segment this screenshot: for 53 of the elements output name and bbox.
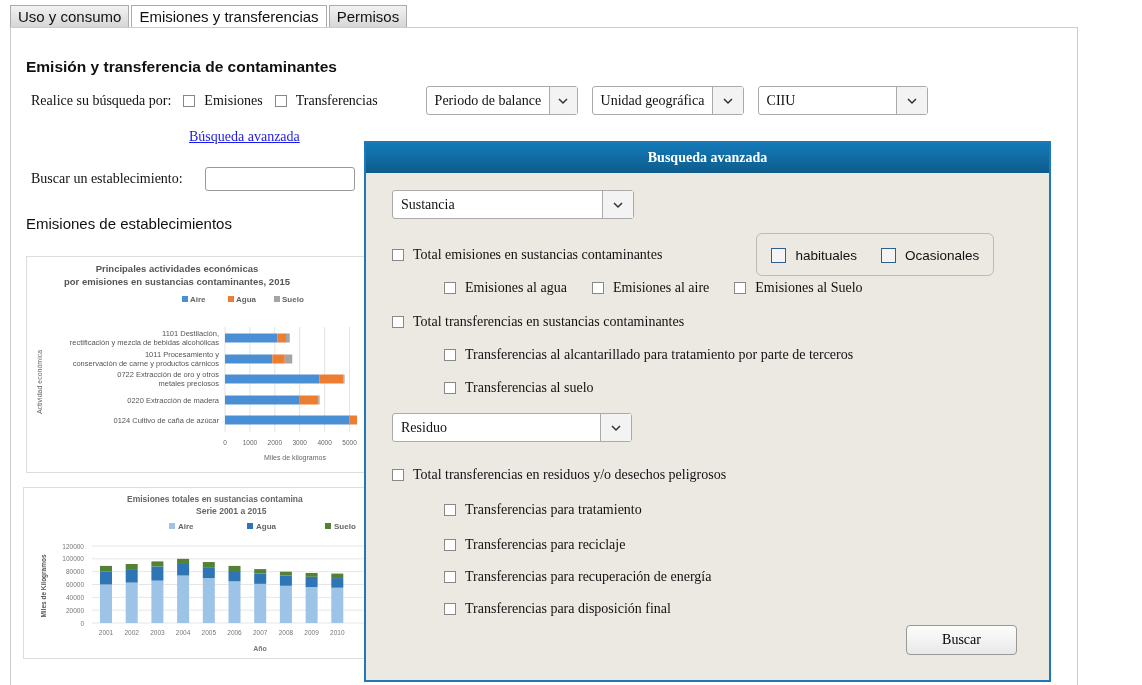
checkbox-option[interactable]: Transferencias para reciclaje	[444, 537, 626, 553]
legend-item: Aire	[169, 522, 194, 531]
checkbox-option[interactable]: Transferencias	[274, 92, 378, 109]
checkbox-option[interactable]: Total emisiones en sustancias contaminantes	[392, 246, 663, 263]
legend-item: Suelo	[274, 295, 304, 304]
search-by-label: Realice su búsqueda por:	[31, 92, 172, 109]
establishment-search-field[interactable]	[204, 167, 355, 191]
tab[interactable]: Permisos	[328, 5, 408, 27]
chevron-down-icon	[905, 96, 918, 105]
chart-title: Serie 2001 a 2015	[196, 506, 267, 516]
legend-label: Aire	[190, 295, 207, 304]
form-title: Emisión y transferencia de contaminantes	[26, 58, 338, 76]
checkbox-option[interactable]: Emisiones al agua	[444, 280, 567, 296]
chevron-down-icon	[612, 200, 624, 209]
legend-label: Suelo	[282, 295, 304, 304]
checkbox-option[interactable]: Transferencias para disposición final	[444, 601, 671, 617]
legend-label: Agua	[256, 522, 277, 531]
checkbox-option[interactable]: Emisiones	[183, 92, 263, 109]
checkbox-option[interactable]: Total transferencias en sustancias contaminantes	[392, 314, 685, 330]
legend-label: Aire	[178, 522, 195, 531]
chevron-down-icon	[610, 423, 622, 432]
chart-title: Emisiones totales en sustancias contamina	[127, 494, 303, 504]
checkbox-option[interactable]: Total transferencias en residuos y/o desechos peligrosos	[392, 467, 727, 483]
checkbox-option[interactable]: Transferencias al suelo	[444, 380, 594, 396]
checkbox-option[interactable]: Emisiones al Suelo	[734, 280, 863, 296]
legend-label: Agua	[236, 295, 257, 304]
tab[interactable]: Uso y consumo	[10, 5, 130, 27]
legend-item: Aire	[182, 295, 206, 304]
advanced-search-link[interactable]: Búsqueda avanzada	[189, 129, 300, 145]
tab[interactable]: Emisiones y transferencias	[131, 5, 327, 27]
legend-item: Suelo	[325, 522, 356, 531]
checkbox-option[interactable]: Ocasionales	[880, 248, 980, 263]
checkbox-option[interactable]: habituales	[771, 248, 857, 263]
checkbox-option[interactable]: Transferencias para tratamiento	[444, 502, 642, 518]
checkbox-option[interactable]: Transferencias al alcantarillado para tratamiento por parte de terceros	[444, 347, 854, 363]
checkbox-option[interactable]: Transferencias para recuperación de energía	[444, 569, 712, 585]
dialog-title: Busqueda avanzada	[366, 143, 1049, 173]
legend-item: Agua	[228, 295, 256, 304]
substance-dropdown[interactable]: Sustancia	[392, 190, 634, 219]
waste-dropdown[interactable]: Residuo	[392, 413, 632, 442]
checkbox-option[interactable]: Emisiones al aire	[591, 280, 710, 296]
dropdown[interactable]: Unidad geográfica	[591, 86, 744, 115]
section-title: Emisiones de establecimientos	[26, 215, 233, 232]
dropdown[interactable]: CIIU	[757, 86, 928, 115]
chevron-down-icon	[722, 96, 734, 105]
search-button[interactable]: Buscar	[906, 625, 1017, 655]
establishment-label: Buscar un establecimiento:	[31, 171, 183, 187]
chart-title: por emisiones en sustancias contaminantes, 2015	[64, 276, 290, 287]
chevron-down-icon	[557, 96, 570, 105]
legend-item: Agua	[247, 522, 276, 531]
legend-label: Suelo	[334, 522, 356, 531]
dropdown[interactable]: Periodo de balance	[425, 86, 578, 115]
chart-title: Principales actividades económicas	[95, 263, 259, 274]
